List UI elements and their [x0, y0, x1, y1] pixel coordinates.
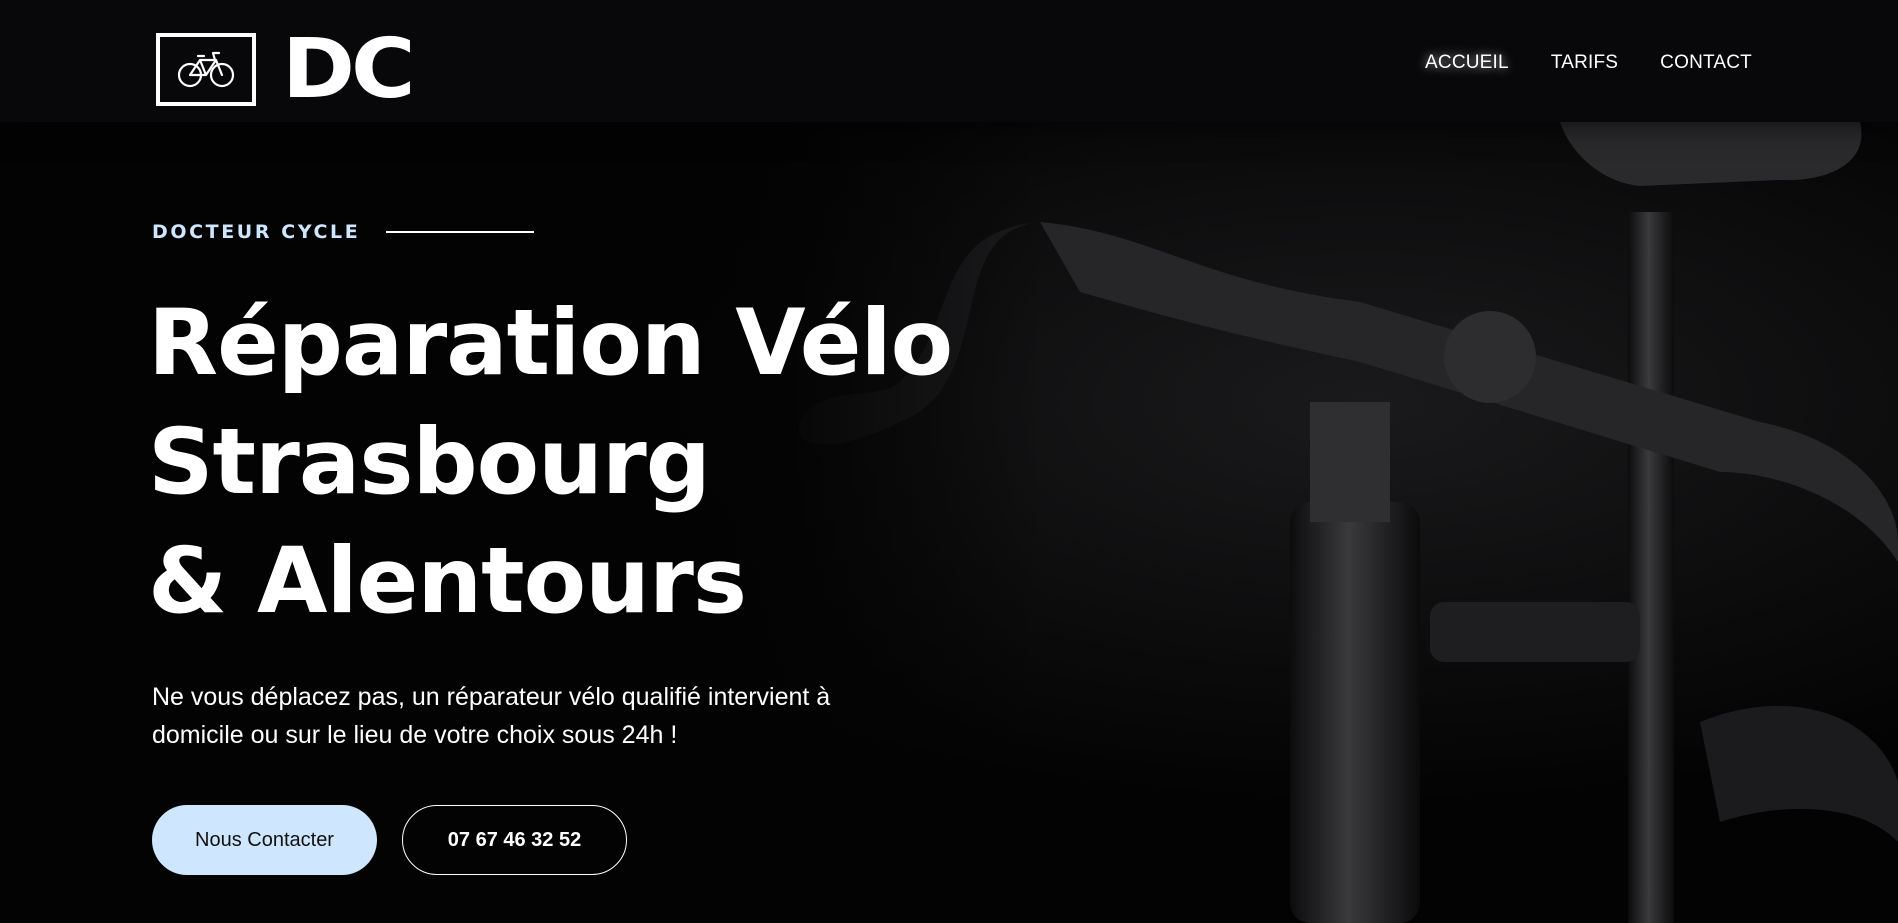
logo-text: DC: [282, 20, 416, 117]
hero-eyebrow: DOCTEUR CYCLE: [152, 221, 535, 243]
site-logo[interactable]: DC: [156, 20, 416, 117]
site-header: DC ACCUEIL TARIFS CONTACT: [0, 0, 1898, 122]
hero-title-line-3: & Alentours: [148, 529, 747, 634]
eyebrow-divider: [386, 231, 535, 233]
phone-button[interactable]: 07 67 46 32 52: [402, 805, 627, 875]
hero-title-line-2: Strasbourg: [148, 410, 711, 515]
eyebrow-text: DOCTEUR CYCLE: [152, 221, 361, 243]
hero-lead: Ne vous déplacez pas, un réparateur vélo…: [152, 678, 912, 754]
main-nav: ACCUEIL TARIFS CONTACT: [1425, 52, 1752, 74]
nav-accueil[interactable]: ACCUEIL: [1425, 52, 1509, 74]
hero-lead-line-2: domicile ou sur le lieu de votre choix s…: [152, 721, 678, 749]
hero-section: DOCTEUR CYCLE Réparation Vélo Strasbourg…: [0, 122, 1898, 923]
hero-lead-line-1: Ne vous déplacez pas, un réparateur vélo…: [152, 683, 831, 711]
nav-tarifs[interactable]: TARIFS: [1551, 52, 1618, 74]
bicycle-icon: [156, 32, 256, 106]
hero-title-line-1: Réparation Vélo: [148, 291, 953, 396]
nav-contact[interactable]: CONTACT: [1660, 52, 1752, 74]
contact-button[interactable]: Nous Contacter: [152, 805, 377, 875]
hero-title: Réparation Vélo Strasbourg & Alentours: [148, 284, 953, 641]
